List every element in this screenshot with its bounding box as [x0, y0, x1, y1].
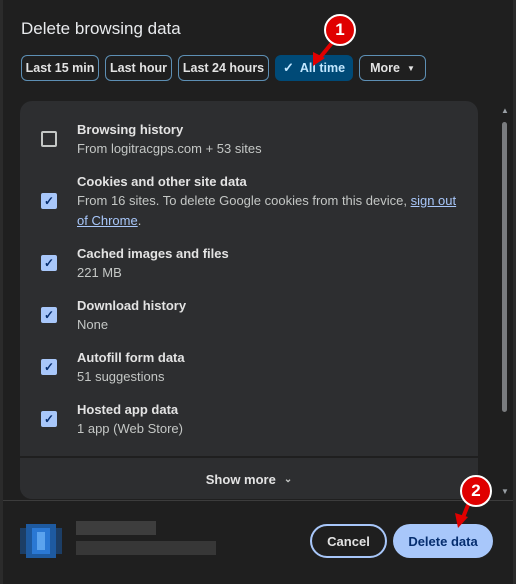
item-subtitle: 51 suggestions: [77, 369, 165, 384]
show-more-button[interactable]: Show more ⌄: [20, 456, 478, 499]
chip-last-15-min[interactable]: Last 15 min: [21, 55, 99, 81]
item-subtitle: None: [77, 317, 109, 332]
chip-label: More: [370, 61, 400, 75]
checkbox-hosted-app-data[interactable]: ✓: [41, 411, 57, 427]
checkbox-browsing-history[interactable]: [41, 131, 57, 147]
item-title: Cached images and files: [77, 246, 229, 261]
chip-label: Last 15 min: [25, 61, 95, 75]
item-title: Cookies and other site data: [77, 174, 247, 189]
caret-down-icon: ▼: [406, 63, 415, 73]
item-subtitle: 1 app (Web Store): [77, 421, 183, 436]
scroll-down-arrow-icon[interactable]: ▼: [501, 487, 509, 496]
scrollbar[interactable]: [500, 118, 509, 493]
checkbox-download-history[interactable]: ✓: [41, 307, 57, 323]
delete-data-button[interactable]: Delete data: [393, 524, 493, 558]
show-more-label: Show more: [205, 472, 276, 487]
account-email-redacted: [76, 541, 216, 555]
item-subtitle: 221 MB: [77, 265, 122, 280]
annotation-badge-2: 2: [460, 475, 492, 507]
data-types-panel: Browsing history From logitracgps.com + …: [20, 101, 478, 499]
chip-more[interactable]: More ▼: [359, 55, 426, 81]
scroll-up-arrow-icon[interactable]: ▲: [501, 106, 509, 115]
chip-label: Last hour: [110, 61, 167, 75]
item-title: Hosted app data: [77, 402, 179, 417]
chip-last-hour[interactable]: Last hour: [105, 55, 172, 81]
account-avatar: [20, 524, 62, 558]
chip-label: Last 24 hours: [182, 61, 265, 75]
checkbox-autofill[interactable]: ✓: [41, 359, 57, 375]
item-title: Autofill form data: [77, 350, 185, 365]
checkmark-icon: ✓: [282, 60, 294, 75]
annotation-badge-1: 1: [324, 14, 356, 46]
item-subtitle-text: From 16 sites. To delete Google cookies …: [77, 193, 411, 208]
chevron-down-icon: ⌄: [283, 474, 293, 485]
account-name-redacted: [76, 521, 156, 535]
dialog-title: Delete browsing data: [21, 19, 181, 38]
chip-last-24-hours[interactable]: Last 24 hours: [178, 55, 269, 81]
item-title: Browsing history: [77, 122, 184, 137]
cancel-button[interactable]: Cancel: [310, 524, 387, 558]
scrollbar-thumb[interactable]: [502, 122, 507, 412]
checkbox-cached-images[interactable]: ✓: [41, 255, 57, 271]
chip-all-time[interactable]: ✓ All time: [275, 55, 353, 81]
item-subtitle: From logitracgps.com + 53 sites: [77, 141, 262, 156]
chip-label: All time: [299, 61, 346, 75]
item-subtitle-suffix: .: [137, 213, 142, 228]
checkbox-cookies[interactable]: ✓: [41, 193, 57, 209]
item-subtitle: From 16 sites. To delete Google cookies …: [77, 191, 462, 231]
window-frame-left: [0, 0, 3, 584]
footer-divider: [3, 500, 513, 501]
item-title: Download history: [77, 298, 187, 313]
